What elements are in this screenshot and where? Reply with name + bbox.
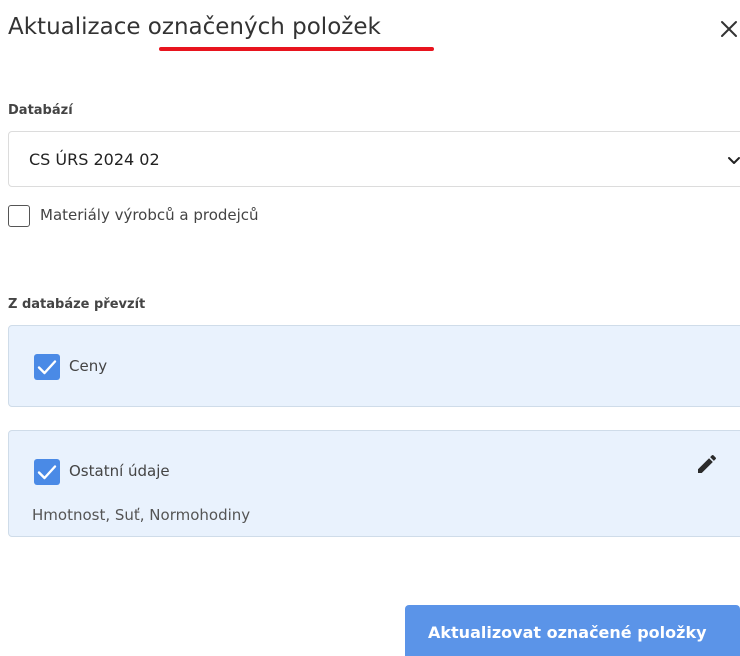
materials-checkbox[interactable] — [8, 205, 30, 227]
edit-other-data-button[interactable] — [695, 452, 719, 476]
checkmark-icon — [37, 360, 57, 375]
take-over-label: Z databáze převzít — [8, 297, 146, 312]
update-items-dialog: Aktualizace označených položek Databází … — [0, 0, 740, 656]
checkmark-icon — [37, 465, 57, 480]
database-select-value: CS ÚRS 2024 02 — [29, 150, 160, 169]
database-label: Databází — [8, 103, 73, 118]
update-selected-items-button[interactable]: Aktualizovat označené položky — [405, 605, 740, 656]
close-icon — [721, 21, 737, 37]
other-data-label[interactable]: Ostatní údaje — [69, 462, 170, 480]
other-data-option-panel: Ostatní údaje Hmotnost, Suť, Normohodiny — [8, 430, 740, 537]
prices-label[interactable]: Ceny — [69, 357, 107, 375]
pencil-icon — [698, 454, 717, 473]
dialog-title: Aktualizace označených položek — [8, 14, 381, 40]
other-data-details: Hmotnost, Suť, Normohodiny — [32, 506, 251, 524]
database-select[interactable]: CS ÚRS 2024 02 — [8, 131, 740, 187]
other-data-checkbox[interactable] — [34, 459, 60, 485]
materials-checkbox-label[interactable]: Materiály výrobců a prodejců — [40, 206, 259, 224]
chevron-down-icon — [728, 157, 740, 164]
close-button[interactable] — [718, 18, 740, 40]
prices-checkbox[interactable] — [34, 354, 60, 380]
title-highlight-underline — [159, 47, 434, 51]
prices-option-panel: Ceny — [8, 325, 740, 407]
